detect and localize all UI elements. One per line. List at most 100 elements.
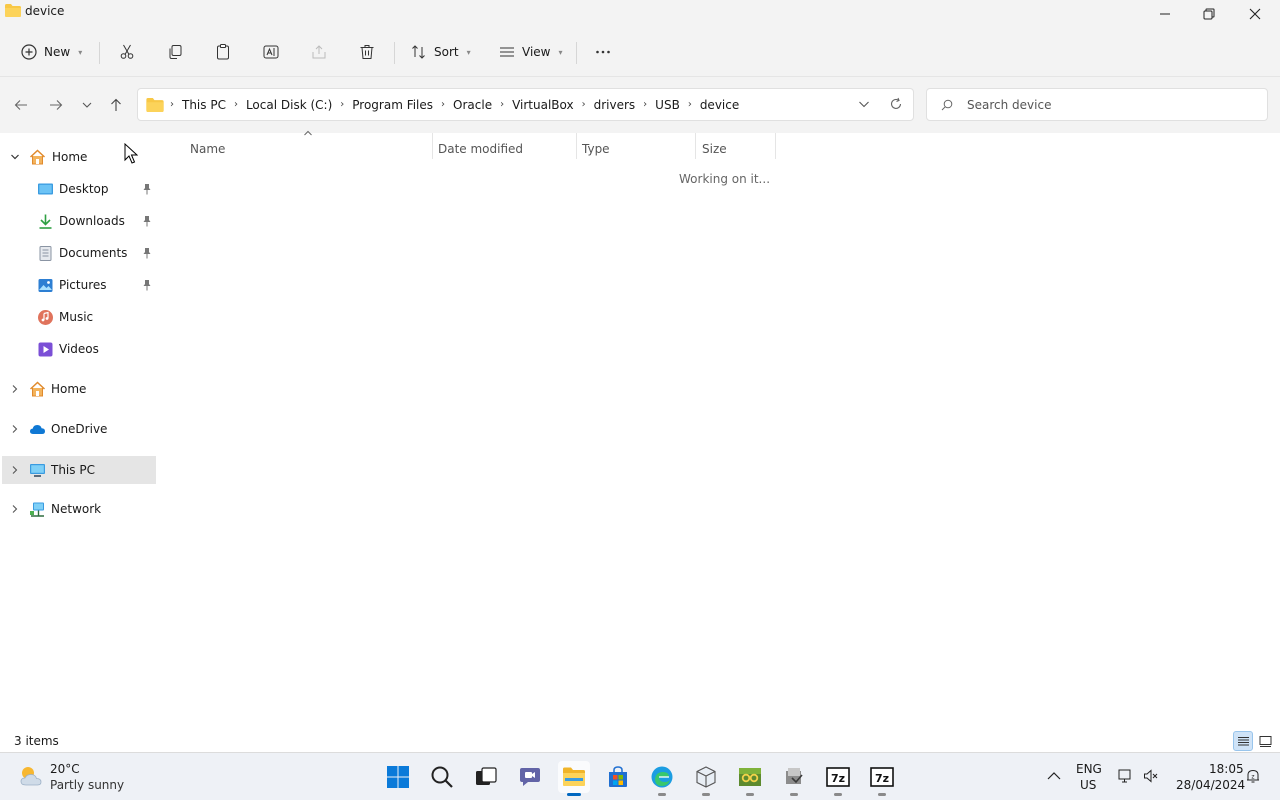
taskbar-search-button[interactable] <box>426 761 458 793</box>
clock-time[interactable]: 18:05 <box>1209 762 1244 776</box>
column-divider[interactable] <box>432 133 433 159</box>
more-icon <box>596 50 610 54</box>
taskbar-minecraft[interactable] <box>734 761 766 796</box>
pin-icon[interactable] <box>142 215 152 227</box>
breadcrumb-local-disk[interactable]: Local Disk (C:) <box>246 98 332 112</box>
copy-button[interactable] <box>160 38 190 66</box>
chevron-down-icon[interactable] <box>10 152 20 162</box>
nav-item-videos[interactable]: Videos <box>2 335 156 363</box>
nav-item-this-pc[interactable]: This PC <box>2 456 156 484</box>
chevron-right-icon[interactable] <box>10 424 20 434</box>
chat-icon <box>520 768 540 786</box>
language-indicator[interactable]: ENG <box>1076 762 1102 776</box>
close-button[interactable] <box>1232 0 1278 28</box>
divider <box>394 42 395 64</box>
clipboard-icon <box>217 44 229 60</box>
taskbar-store[interactable] <box>602 761 634 793</box>
nav-label: Pictures <box>59 278 107 292</box>
chevron-right-icon[interactable] <box>10 504 20 514</box>
teams-chat-button[interactable] <box>514 761 546 793</box>
minimize-button[interactable] <box>1142 0 1188 28</box>
running-indicator <box>834 793 842 796</box>
nav-item-onedrive[interactable]: OneDrive <box>2 415 156 443</box>
chevron-down-icon[interactable] <box>857 97 871 111</box>
refresh-icon[interactable] <box>889 97 903 111</box>
taskbar-7zip[interactable]: 7z <box>822 761 854 796</box>
details-view-button[interactable] <box>1233 731 1253 751</box>
column-divider[interactable] <box>775 133 776 159</box>
command-bar: New ▾ Sort ▾ View ▾ <box>0 30 1280 74</box>
breadcrumb-drivers[interactable]: drivers <box>594 98 636 112</box>
nav-item-desktop[interactable]: Desktop <box>2 175 156 203</box>
column-header-size[interactable]: Size <box>702 137 727 161</box>
pictures-icon <box>38 278 53 292</box>
task-view-button[interactable] <box>470 761 502 793</box>
taskbar-edge[interactable] <box>646 761 678 796</box>
view-label: View <box>522 45 551 59</box>
new-button[interactable]: New ▾ <box>14 38 88 66</box>
back-button[interactable] <box>9 93 33 117</box>
task-view-icon <box>476 767 497 785</box>
sort-button[interactable]: Sort ▾ <box>404 38 477 66</box>
virtualbox-icon <box>696 766 716 788</box>
up-button[interactable] <box>104 93 128 117</box>
nav-item-pictures[interactable]: Pictures <box>2 271 156 299</box>
breadcrumb-usb[interactable]: USB <box>655 98 680 112</box>
taskbar-installer[interactable] <box>778 761 810 796</box>
breadcrumb-this-pc[interactable]: This PC <box>182 98 226 112</box>
show-hidden-icons-chevron-up-icon[interactable] <box>1046 768 1062 784</box>
paste-button[interactable] <box>208 38 238 66</box>
notifications-icon[interactable]: z <box>1245 768 1261 784</box>
7zip-logo-text: 7z <box>875 772 889 785</box>
start-button[interactable] <box>382 761 414 793</box>
breadcrumb-oracle[interactable]: Oracle <box>453 98 492 112</box>
chevron-right-icon[interactable] <box>10 384 20 394</box>
new-label: New <box>44 45 71 59</box>
pin-icon[interactable] <box>142 183 152 195</box>
pin-icon[interactable] <box>142 247 152 259</box>
rename-button[interactable] <box>256 38 286 66</box>
column-divider[interactable] <box>695 133 696 159</box>
share-button[interactable] <box>304 38 334 66</box>
delete-button[interactable] <box>352 38 382 66</box>
clock-date[interactable]: 28/04/2024 <box>1176 778 1245 792</box>
address-bar[interactable]: › This PC › Local Disk (C:) › Program Fi… <box>137 88 914 121</box>
keyboard-layout-indicator[interactable]: US <box>1080 778 1096 792</box>
arrow-right-icon <box>50 100 63 110</box>
restore-button[interactable] <box>1186 0 1232 28</box>
nav-item-documents[interactable]: Documents <box>2 239 156 267</box>
view-button[interactable]: View ▾ <box>492 38 569 66</box>
breadcrumb-virtualbox[interactable]: VirtualBox <box>512 98 574 112</box>
pin-icon[interactable] <box>142 279 152 291</box>
network-status-icon[interactable] <box>1117 768 1133 784</box>
chevron-down-icon: ▾ <box>558 47 563 57</box>
arrow-left-icon <box>14 100 27 110</box>
nav-item-downloads[interactable]: Downloads <box>2 207 156 235</box>
breadcrumb-program-files[interactable]: Program Files <box>352 98 433 112</box>
arrow-up-icon <box>111 98 121 111</box>
search-input[interactable] <box>967 96 1247 114</box>
recent-locations-button[interactable] <box>75 93 99 117</box>
nav-item-music[interactable]: Music <box>2 303 156 331</box>
forward-button[interactable] <box>44 93 68 117</box>
taskbar-file-explorer[interactable] <box>558 761 590 796</box>
volume-muted-icon[interactable] <box>1143 768 1159 784</box>
breadcrumb-device[interactable]: device <box>700 98 739 112</box>
taskbar-7zip-2[interactable]: 7z <box>866 761 898 796</box>
column-header-name[interactable]: Name <box>190 137 225 161</box>
column-header-type[interactable]: Type <box>582 137 610 161</box>
more-options-button[interactable] <box>588 38 618 66</box>
column-divider[interactable] <box>576 133 577 159</box>
computer-icon <box>30 463 45 477</box>
taskbar: 20°C Partly sunny 7z 7z ENG US 18:05 28/… <box>0 752 1280 800</box>
column-header-date[interactable]: Date modified <box>438 137 523 161</box>
chevron-right-icon: › <box>643 99 648 110</box>
cut-button[interactable] <box>112 38 142 66</box>
partly-sunny-icon <box>20 767 42 786</box>
large-icons-view-button[interactable] <box>1255 731 1275 751</box>
large-icons-view-icon <box>1259 735 1271 747</box>
nav-item-network[interactable]: Network <box>2 495 156 523</box>
nav-item-home-root[interactable]: Home <box>2 375 156 403</box>
chevron-right-icon[interactable] <box>10 465 20 475</box>
taskbar-virtualbox[interactable] <box>690 761 722 796</box>
